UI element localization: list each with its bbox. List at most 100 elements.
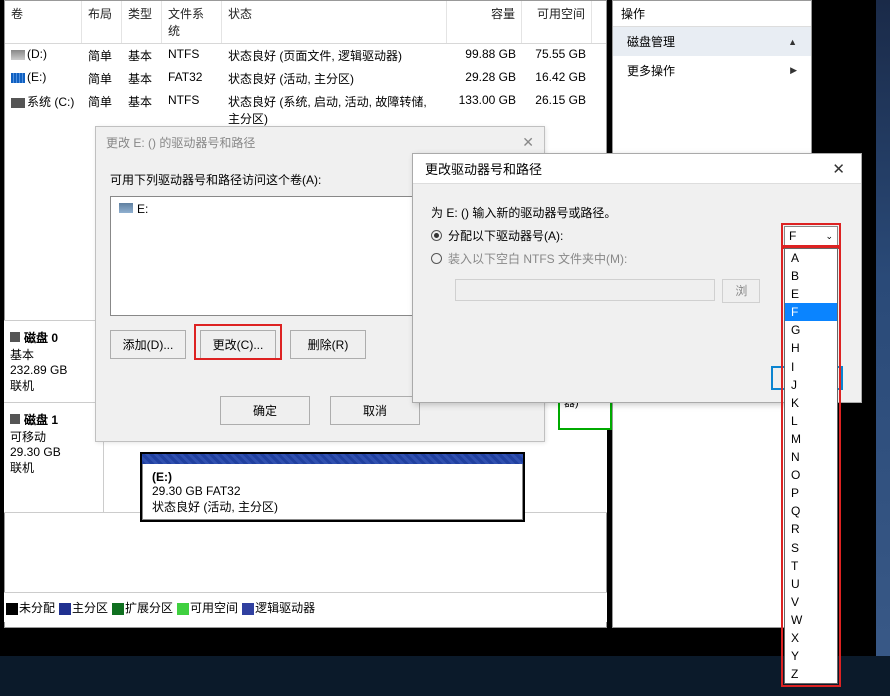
actions-title: 操作 [613, 1, 811, 27]
cell-fs: FAT32 [162, 68, 222, 89]
disk-1-type: 可移动 [10, 428, 97, 445]
drive-option-U[interactable]: U [785, 575, 837, 593]
drive-option-K[interactable]: K [785, 394, 837, 412]
drive-option-W[interactable]: W [785, 611, 837, 629]
chevron-down-icon: ⌄ [825, 231, 833, 242]
col-status[interactable]: 状态 [222, 1, 447, 43]
drive-option-X[interactable]: X [785, 629, 837, 647]
drive-option-T[interactable]: T [785, 557, 837, 575]
actions-item-label: 更多操作 [627, 62, 675, 79]
drive-option-G[interactable]: G [785, 321, 837, 339]
add-button[interactable]: 添加(D)... [110, 330, 186, 359]
dialog1-title: 更改 E: () 的驱动器号和路径 [106, 134, 255, 151]
drive-option-V[interactable]: V [785, 593, 837, 611]
drive-option-H[interactable]: H [785, 339, 837, 357]
col-free[interactable]: 可用空间 [522, 1, 592, 43]
disk-1-label[interactable]: 磁盘 1 可移动 29.30 GB 联机 [4, 403, 104, 512]
cell-capacity: 99.88 GB [447, 45, 522, 66]
cell-capacity: 133.00 GB [447, 91, 522, 129]
drive-letter-select[interactable]: F ⌄ [784, 226, 838, 246]
table-row[interactable]: 系统 (C:) 简单 基本 NTFS 状态良好 (系统, 启动, 活动, 故障转… [5, 90, 606, 130]
cell-free: 26.15 GB [522, 91, 592, 129]
drive-option-R[interactable]: R [785, 520, 837, 538]
mount-path-input [455, 279, 715, 301]
cell-layout: 简单 [82, 91, 122, 129]
drive-letter-dropdown[interactable]: ABEFGHIJKLMNOPQRSTUVWXYZ [784, 248, 838, 684]
drive-option-M[interactable]: M [785, 430, 837, 448]
cell-type: 基本 [122, 45, 162, 66]
drive-option-S[interactable]: S [785, 539, 837, 557]
chevron-up-icon: ▲ [788, 37, 797, 47]
radio-off-icon [431, 253, 442, 264]
drive-option-F[interactable]: F [785, 303, 837, 321]
col-filesystem[interactable]: 文件系统 [162, 1, 222, 43]
drive-option-O[interactable]: O [785, 466, 837, 484]
volume-icon [11, 73, 25, 83]
drive-option-L[interactable]: L [785, 412, 837, 430]
drive-icon [119, 203, 133, 213]
col-capacity[interactable]: 容量 [447, 1, 522, 43]
table-row[interactable]: (D:) 简单 基本 NTFS 状态良好 (页面文件, 逻辑驱动器) 99.88… [5, 44, 606, 67]
drive-option-Q[interactable]: Q [785, 502, 837, 520]
assign-letter-option[interactable]: 分配以下驱动器号(A): [431, 227, 843, 244]
drive-option-P[interactable]: P [785, 484, 837, 502]
partition-e[interactable]: (E:) 29.30 GB FAT32 状态良好 (活动, 主分区) [140, 452, 525, 522]
radio-on-icon [431, 230, 442, 241]
drive-entry: E: [137, 202, 148, 216]
dialog2-title: 更改驱动器号和路径 [425, 159, 542, 178]
table-row[interactable]: (E:) 简单 基本 FAT32 状态良好 (活动, 主分区) 29.28 GB… [5, 67, 606, 90]
cell-fs: NTFS [162, 91, 222, 129]
remove-button[interactable]: 删除(R) [290, 330, 366, 359]
drive-option-E[interactable]: E [785, 285, 837, 303]
cancel-button[interactable]: 取消 [330, 396, 420, 425]
disk-1-size: 29.30 GB [10, 445, 97, 459]
disk-icon [10, 332, 20, 342]
actions-disk-management[interactable]: 磁盘管理 ▲ [613, 27, 811, 56]
drive-option-J[interactable]: J [785, 376, 837, 394]
legend-swatch-unalloc [6, 603, 18, 615]
cell-free: 16.42 GB [522, 68, 592, 89]
cell-status: 状态良好 (页面文件, 逻辑驱动器) [222, 45, 447, 66]
cell-fs: NTFS [162, 45, 222, 66]
disk-icon [10, 414, 20, 424]
cell-layout: 简单 [82, 68, 122, 89]
ok-button[interactable]: 确定 [220, 396, 310, 425]
partition-status: 状态良好 (活动, 主分区) [152, 498, 513, 515]
legend-logical: 逻辑驱动器 [255, 601, 315, 615]
volume-icon [11, 50, 25, 60]
legend: 未分配 主分区 扩展分区 可用空间 逻辑驱动器 [4, 592, 607, 622]
drive-option-N[interactable]: N [785, 448, 837, 466]
disk-0-size: 232.89 GB [10, 363, 97, 377]
browse-button: 浏 [722, 279, 760, 303]
close-icon[interactable]: ✕ [522, 134, 534, 151]
drive-option-Y[interactable]: Y [785, 647, 837, 665]
disk-1-status: 联机 [10, 459, 97, 476]
disk-0-label[interactable]: 磁盘 0 基本 232.89 GB 联机 [4, 321, 104, 402]
drive-option-Z[interactable]: Z [785, 665, 837, 683]
drive-option-I[interactable]: I [785, 358, 837, 376]
mount-folder-option[interactable]: 装入以下空白 NTFS 文件夹中(M): [431, 250, 843, 267]
cell-layout: 简单 [82, 45, 122, 66]
legend-free: 可用空间 [190, 601, 238, 615]
col-type[interactable]: 类型 [122, 1, 162, 43]
disk-0-type: 基本 [10, 346, 97, 363]
col-layout[interactable]: 布局 [82, 1, 122, 43]
legend-swatch-logical [242, 603, 254, 615]
disk-1-title: 磁盘 1 [24, 413, 58, 427]
disk-0-title: 磁盘 0 [24, 331, 58, 345]
drive-letter-selected: F [789, 229, 796, 243]
chevron-right-icon: ▶ [790, 65, 797, 76]
legend-swatch-extended [112, 603, 124, 615]
volume-table-header: 卷 布局 类型 文件系统 状态 容量 可用空间 [5, 1, 606, 44]
drive-option-B[interactable]: B [785, 267, 837, 285]
mount-label: 装入以下空白 NTFS 文件夹中(M): [448, 252, 627, 266]
legend-primary: 主分区 [72, 601, 108, 615]
legend-swatch-primary [59, 603, 71, 615]
col-volume[interactable]: 卷 [5, 1, 82, 43]
cell-status: 状态良好 (活动, 主分区) [222, 68, 447, 89]
close-icon[interactable]: ✕ [824, 158, 853, 180]
cell-vol: (D:) [27, 47, 47, 61]
actions-more[interactable]: 更多操作 ▶ [613, 56, 811, 85]
drive-option-A[interactable]: A [785, 249, 837, 267]
cell-type: 基本 [122, 91, 162, 129]
